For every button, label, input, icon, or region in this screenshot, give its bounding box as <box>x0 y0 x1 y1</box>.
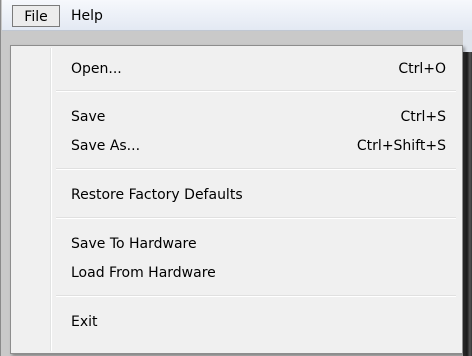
menu-item-open[interactable]: Open... Ctrl+O <box>14 55 459 83</box>
menu-item-label: Exit <box>71 314 98 330</box>
menu-item-label: Save As... <box>71 138 141 154</box>
window-content-background <box>463 52 472 356</box>
menu-item-label: Restore Factory Defaults <box>71 187 243 203</box>
menu-separator <box>56 168 456 170</box>
menu-item-shortcut: Ctrl+S <box>400 109 446 125</box>
menu-item-save-to-hardware[interactable]: Save To Hardware <box>14 230 459 258</box>
menu-separator <box>56 90 456 92</box>
menu-item-label: Load From Hardware <box>71 265 216 281</box>
menu-item-label: Save <box>71 109 106 125</box>
menu-bar: File Help <box>2 0 472 31</box>
menu-file[interactable]: File <box>12 5 60 27</box>
menu-separator <box>56 217 456 219</box>
menu-item-save-as[interactable]: Save As... Ctrl+Shift+S <box>14 132 459 160</box>
file-dropdown-menu: Open... Ctrl+O Save Ctrl+S Save As... Ct… <box>10 45 463 354</box>
menu-item-save[interactable]: Save Ctrl+S <box>14 103 459 131</box>
menu-item-label: Open... <box>71 61 122 77</box>
menu-separator <box>56 295 456 297</box>
menu-item-shortcut: Ctrl+Shift+S <box>356 138 446 154</box>
menu-help[interactable]: Help <box>66 5 108 27</box>
menu-item-restore-factory-defaults[interactable]: Restore Factory Defaults <box>14 181 459 209</box>
menu-item-shortcut: Ctrl+O <box>398 61 446 77</box>
application-window: File Help Open... Ctrl+O Save Ctrl+S Sav… <box>0 0 472 356</box>
menu-item-label: Save To Hardware <box>71 236 197 252</box>
menu-item-load-from-hardware[interactable]: Load From Hardware <box>14 259 459 287</box>
menu-item-exit[interactable]: Exit <box>14 308 459 336</box>
window-background <box>463 30 472 52</box>
